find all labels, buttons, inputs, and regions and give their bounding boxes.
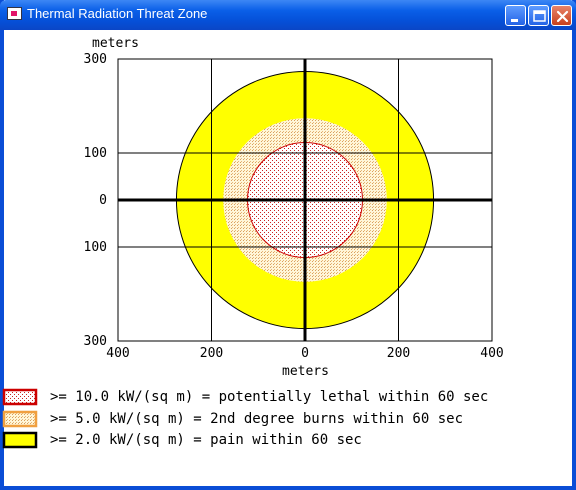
legend: >= 10.0 kW/(sq m) = potentially lethal w… [2,388,488,449]
x-tick-labels: 400 200 0 200 400 [106,346,503,361]
title-bar[interactable]: Thermal Radiation Threat Zone [0,0,576,30]
y-tick-label: 0 [99,193,107,208]
x-tick-label: 400 [106,346,129,361]
y-tick-label: 300 [84,52,107,67]
y-tick-label: 300 [84,334,107,349]
legend-label-lethal: >= 10.0 kW/(sq m) = potentially lethal w… [50,389,488,405]
x-tick-label: 0 [301,346,309,361]
close-icon [556,10,569,23]
legend-swatch-pain [2,431,38,449]
y-axis-unit-label: meters [92,36,139,51]
maximize-icon [533,10,546,22]
maximize-button[interactable] [528,5,549,26]
app-icon [7,7,22,20]
window-title: Thermal Radiation Threat Zone [27,6,208,21]
y-tick-label: 100 [84,146,107,161]
minimize-icon [511,19,518,22]
x-tick-label: 200 [200,346,223,361]
y-tick-labels: 300 100 0 100 300 [84,52,107,349]
legend-label-burns: >= 5.0 kW/(sq m) = 2nd degree burns with… [50,411,463,427]
x-tick-label: 200 [387,346,410,361]
legend-swatch-lethal [2,388,38,406]
legend-swatch-burns [2,410,38,428]
minimize-button[interactable] [505,5,526,26]
threat-zone-canvas: meters meters 400 200 0 200 400 300100010030… [2,36,504,449]
close-button[interactable] [551,5,572,26]
legend-label-pain: >= 2.0 kW/(sq m) = pain within 60 sec [50,432,362,448]
x-axis-unit-label: meters [282,364,329,379]
y-tick-label: 100 [84,240,107,255]
x-tick-label: 400 [480,346,503,361]
